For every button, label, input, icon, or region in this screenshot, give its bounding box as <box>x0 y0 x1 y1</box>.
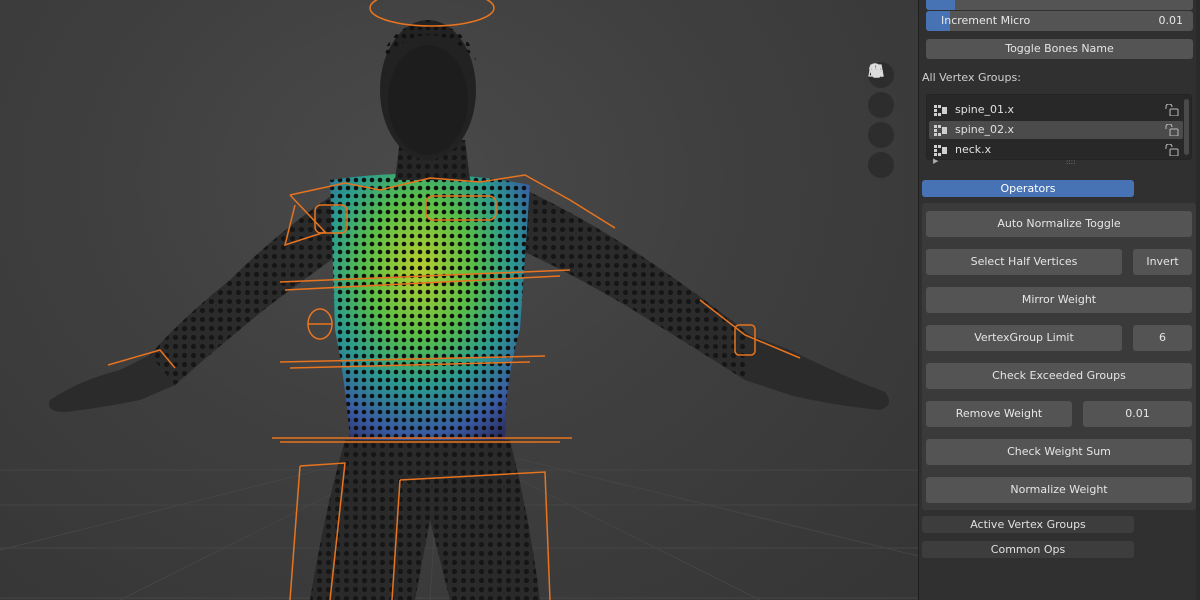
grid-ortho-icon[interactable] <box>868 64 894 178</box>
auto-normalize-toggle-button[interactable]: Auto Normalize Toggle <box>926 211 1192 237</box>
normalize-weight-button[interactable]: Normalize Weight <box>926 477 1192 503</box>
vertexgroup-limit-button[interactable]: VertexGroup Limit <box>926 325 1122 351</box>
properties-sidebar: Increment Micro 0.01 Toggle Bones Name A… <box>918 0 1200 600</box>
list-item[interactable]: neck.x <box>929 141 1183 159</box>
increment-micro-slider[interactable]: Increment Micro 0.01 <box>926 11 1193 31</box>
active-vertex-groups-panel-header[interactable]: Active Vertex Groups <box>922 516 1134 533</box>
vertex-groups-title: All Vertex Groups: <box>922 71 1021 84</box>
vertex-group-name: spine_02.x <box>955 123 1015 136</box>
toggle-bones-name-button[interactable]: Toggle Bones Name <box>926 39 1193 59</box>
viewport-scene <box>0 0 918 600</box>
list-item[interactable]: spine_01.x <box>929 101 1183 119</box>
vertex-groups-list[interactable]: spine_01.x spine_02.x neck.x ▶ :::: <box>926 94 1192 166</box>
3d-viewport[interactable] <box>0 0 918 600</box>
common-ops-panel-header[interactable]: Common Ops <box>922 541 1134 558</box>
increment-micro-value: 0.01 <box>1158 14 1184 27</box>
vertexgroup-limit-field[interactable]: 6 <box>1133 325 1192 351</box>
vertex-group-icon <box>934 125 947 136</box>
list-item[interactable]: spine_02.x <box>929 121 1183 139</box>
list-scrollbar[interactable] <box>1184 99 1189 155</box>
remove-weight-button[interactable]: Remove Weight <box>926 401 1072 427</box>
select-half-vertices-button[interactable]: Select Half Vertices <box>926 249 1122 275</box>
hand-pan-icon[interactable] <box>868 63 894 118</box>
increment-slider[interactable] <box>926 0 1193 10</box>
resize-grip-icon[interactable]: :::: <box>1066 158 1075 166</box>
increment-micro-label: Increment Micro <box>941 14 1031 27</box>
character-mesh <box>49 20 889 600</box>
slider-fill <box>926 0 956 10</box>
check-weight-sum-button[interactable]: Check Weight Sum <box>926 439 1192 465</box>
navigation-gizmos <box>868 62 896 182</box>
remove-weight-threshold-field[interactable]: 0.01 <box>1083 401 1192 427</box>
lock-icon[interactable] <box>1165 104 1179 116</box>
camera-icon[interactable] <box>868 64 894 148</box>
operators-panel-header[interactable]: Operators <box>922 180 1134 197</box>
invert-button[interactable]: Invert <box>1133 249 1192 275</box>
lock-icon[interactable] <box>1165 124 1179 136</box>
vertex-group-name: neck.x <box>955 143 992 156</box>
operators-panel: Auto Normalize Toggle Select Half Vertic… <box>922 203 1196 510</box>
check-exceeded-groups-button[interactable]: Check Exceeded Groups <box>926 363 1192 389</box>
vertex-group-icon <box>934 105 947 116</box>
lock-icon[interactable] <box>1165 144 1179 156</box>
vertex-group-name: spine_01.x <box>955 103 1015 116</box>
sidebar-scrollbar[interactable] <box>1196 0 1200 600</box>
vertex-group-icon <box>934 145 947 156</box>
mirror-weight-button[interactable]: Mirror Weight <box>926 287 1192 313</box>
expand-arrow-icon[interactable]: ▶ <box>933 157 938 165</box>
